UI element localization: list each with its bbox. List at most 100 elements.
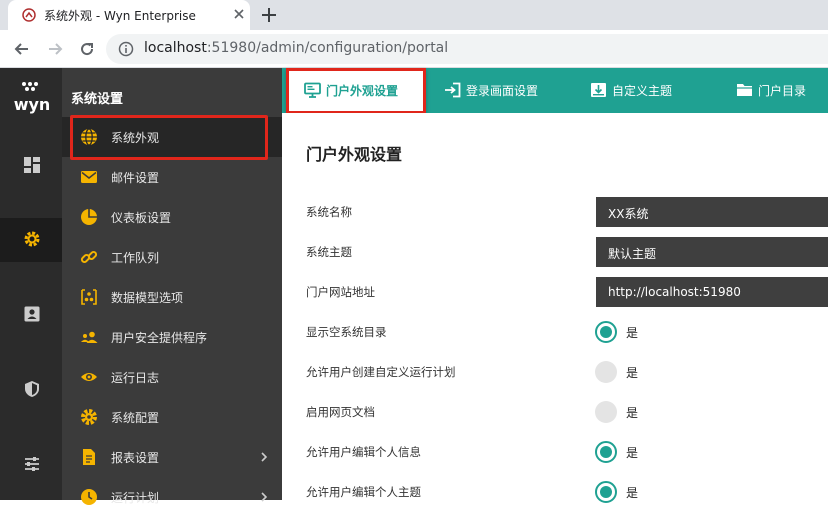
url-text: localhost:51980/admin/configuration/port…: [144, 40, 449, 56]
chevron-right-icon: [261, 452, 268, 462]
sidebar-item-mail[interactable]: 邮件设置: [62, 157, 282, 197]
tab-label: 登录画面设置: [466, 84, 539, 98]
sidebar-item-label: 用户安全提供程序: [111, 331, 208, 345]
close-icon[interactable]: [230, 5, 248, 23]
field-label: 允许用户创建自定义运行计划: [306, 365, 456, 379]
wyn-logo-icon: wyn: [14, 82, 51, 114]
sidebar-item-label: 报表设置: [111, 451, 160, 465]
link-icon: [80, 250, 98, 264]
page-title: 门户外观设置: [306, 145, 403, 164]
theme-icon: [591, 83, 606, 97]
field-value: XX系统: [608, 207, 649, 221]
rail-dashboard[interactable]: [0, 144, 62, 188]
tab-custom-theme[interactable]: 自定义主题: [566, 68, 706, 113]
system-theme-select[interactable]: 默认主题: [596, 237, 828, 267]
wyn-favicon-icon: [22, 8, 36, 22]
user-card-icon: [24, 306, 40, 322]
edit-profile-radio[interactable]: [595, 441, 617, 463]
form-row-system-theme: 系统主题 默认主题: [282, 232, 828, 272]
field-label: 允许用户编辑个人信息: [306, 445, 421, 459]
browser-tab[interactable]: 系统外观 - Wyn Enterprise: [8, 0, 250, 30]
tab-login-screen[interactable]: 登录画面设置: [426, 68, 566, 113]
sidebar-item-data-model[interactable]: 数据模型选项: [62, 277, 282, 317]
reload-icon[interactable]: [77, 39, 97, 59]
browser-toolbar: localhost:51980/admin/configuration/port…: [0, 30, 828, 68]
tab-label: 自定义主题: [612, 84, 673, 98]
field-value: http://localhost:51980: [608, 285, 741, 299]
web-docs-radio[interactable]: [595, 401, 617, 423]
form-row-custom-schedule: 允许用户创建自定义运行计划 是: [282, 352, 828, 392]
model-icon: [81, 289, 97, 305]
users-icon: [81, 331, 98, 343]
highlight-box-tab: [286, 68, 426, 114]
info-icon[interactable]: [118, 41, 134, 57]
radio-label: 是: [626, 406, 639, 420]
sidebar-item-label: 仪表板设置: [111, 211, 172, 225]
radio-label: 是: [626, 486, 639, 500]
back-arrow-icon[interactable]: [12, 39, 32, 59]
eye-icon: [81, 373, 97, 381]
field-label: 系统主题: [306, 245, 352, 259]
report-icon: [83, 449, 95, 465]
field-label: 门户网站地址: [306, 285, 375, 299]
settings-gear-icon: [24, 231, 40, 247]
show-empty-catalog-radio[interactable]: [595, 321, 617, 343]
wyn-logo[interactable]: wyn: [12, 80, 52, 116]
rail-users[interactable]: [0, 293, 62, 337]
clock-icon: [81, 489, 97, 505]
cog-icon: [81, 409, 97, 425]
sidebar-item-system-config[interactable]: 系统配置: [62, 397, 282, 437]
dashboard-icon: [24, 157, 40, 173]
sidebar-item-label: 运行日志: [111, 371, 160, 385]
mail-icon: [81, 171, 97, 183]
sidebar-item-run-log[interactable]: 运行日志: [62, 357, 282, 397]
rail-security[interactable]: [0, 368, 62, 412]
chevron-right-icon: [261, 492, 268, 502]
sidebar-title: 系统设置: [71, 92, 124, 107]
form-row-edit-theme: 允许用户编辑个人主题 是: [282, 472, 828, 512]
sidebar-item-label: 数据模型选项: [111, 291, 184, 305]
rail-settings[interactable]: [0, 218, 62, 262]
field-label: 系统名称: [306, 205, 352, 219]
sidebar-item-schedule[interactable]: 运行计划: [62, 477, 282, 517]
form-row-system-name: 系统名称 XX系统: [282, 192, 828, 232]
field-label: 显示空系统目录: [306, 325, 387, 339]
folder-icon: [737, 84, 752, 96]
sidebar-item-label: 邮件设置: [111, 171, 160, 185]
form-row-portal-url: 门户网站地址 http://localhost:51980: [282, 272, 828, 312]
field-value: 默认主题: [608, 247, 657, 261]
tab-portal-directory[interactable]: 门户目录: [706, 68, 828, 113]
login-icon: [445, 82, 461, 98]
shield-icon: [25, 381, 39, 397]
system-name-input[interactable]: XX系统: [596, 197, 828, 227]
sidebar-item-work-queue[interactable]: 工作队列: [62, 237, 282, 277]
wyn-logo-text: wyn: [14, 95, 51, 114]
pie-icon: [81, 209, 97, 225]
main-content: 门户外观设置 系统名称 XX系统 系统主题 默认主题 门户网站地址 http:/…: [282, 113, 828, 503]
sliders-icon: [25, 457, 39, 471]
highlight-box-sidebar: [70, 115, 268, 160]
browser-tabstrip: 系统外观 - Wyn Enterprise: [0, 0, 828, 30]
sidebar-item-label: 运行计划: [111, 491, 160, 505]
sidebar-item-label: 系统配置: [111, 411, 160, 425]
sidebar-item-dashboard-settings[interactable]: 仪表板设置: [62, 197, 282, 237]
form-row-edit-profile: 允许用户编辑个人信息 是: [282, 432, 828, 472]
form-row-web-docs: 启用网页文档 是: [282, 392, 828, 432]
sidebar-item-report-settings[interactable]: 报表设置: [62, 437, 282, 477]
forward-arrow-icon[interactable]: [45, 39, 65, 59]
sidebar-item-security-provider[interactable]: 用户安全提供程序: [62, 317, 282, 357]
field-label: 允许用户编辑个人主题: [306, 485, 421, 499]
field-label: 启用网页文档: [306, 405, 375, 419]
rail-config[interactable]: [0, 443, 62, 487]
custom-schedule-radio[interactable]: [595, 361, 617, 383]
form-row-show-empty-catalog: 显示空系统目录 是: [282, 312, 828, 352]
address-bar[interactable]: localhost:51980/admin/configuration/port…: [106, 34, 828, 64]
new-tab-plus-icon[interactable]: [259, 5, 279, 25]
radio-label: 是: [626, 446, 639, 460]
radio-label: 是: [626, 326, 639, 340]
tab-label: 门户目录: [758, 84, 807, 98]
browser-tab-title: 系统外观 - Wyn Enterprise: [44, 9, 196, 23]
portal-url-input[interactable]: http://localhost:51980: [596, 277, 828, 307]
app-rail: wyn: [0, 68, 62, 500]
sidebar-item-label: 工作队列: [111, 251, 160, 265]
